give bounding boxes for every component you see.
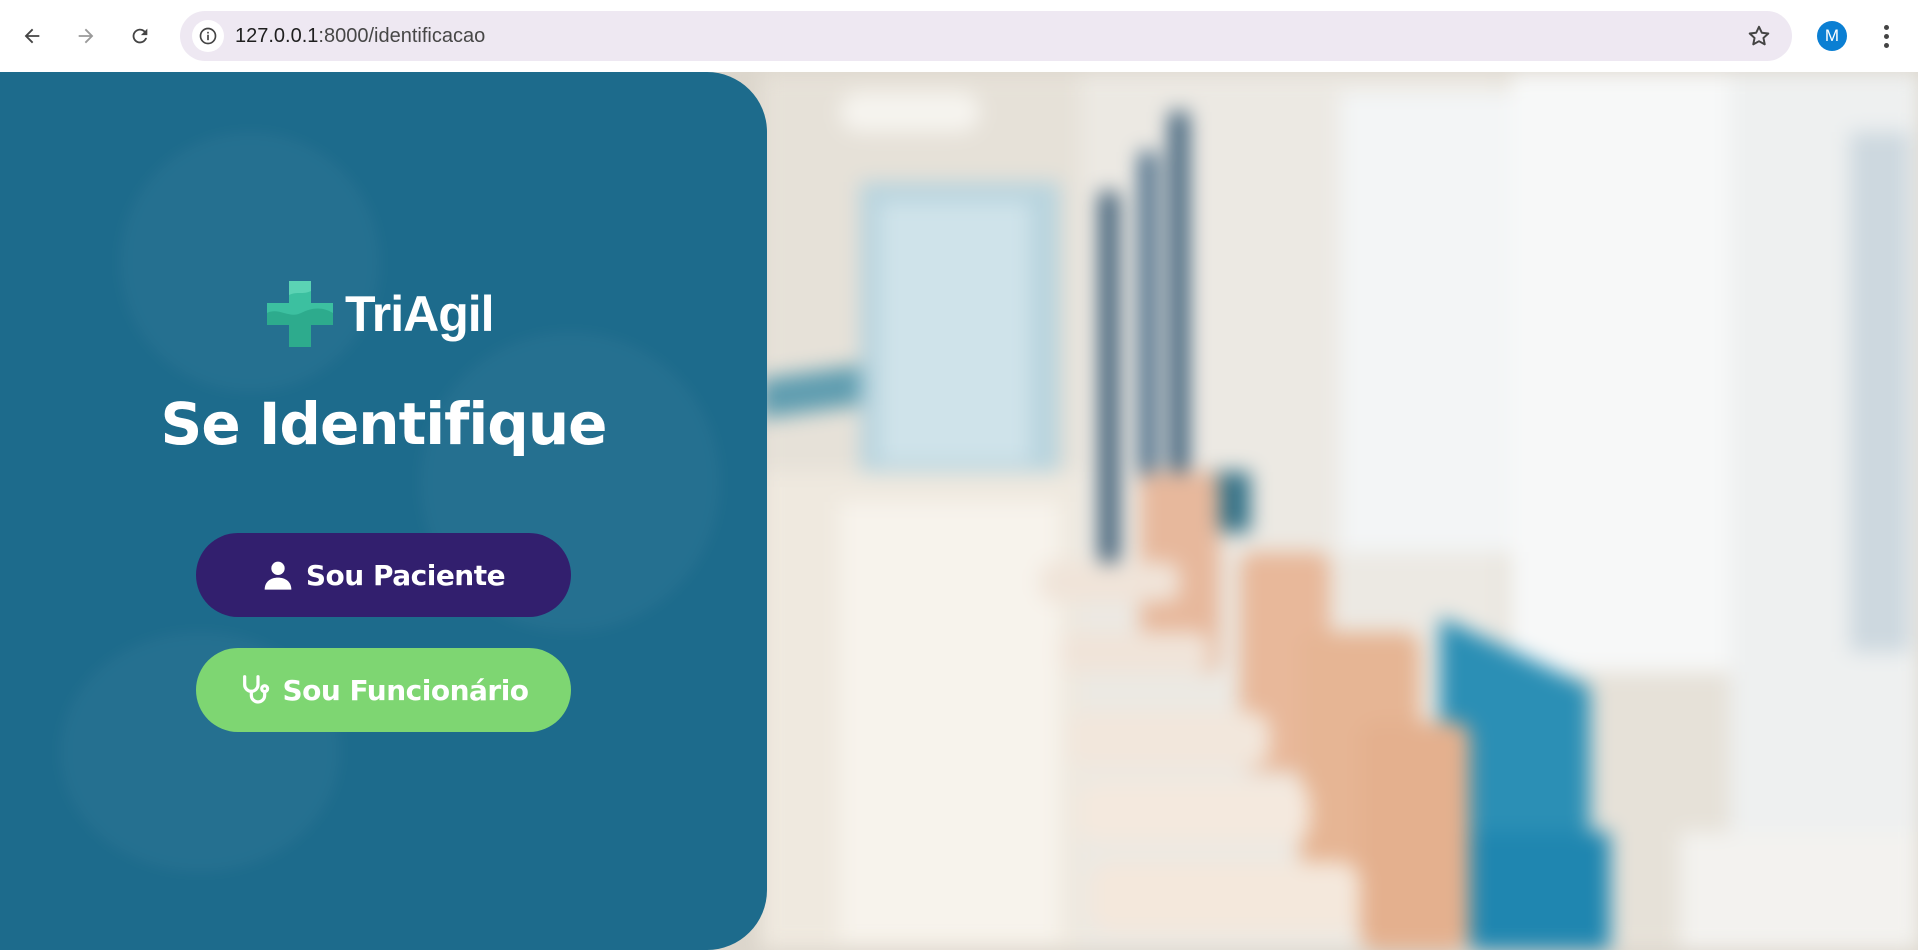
brand-name: TriAgil bbox=[345, 286, 495, 342]
url-host: 127.0.0.1 bbox=[235, 25, 319, 47]
page-viewport: TriAgil Se Identifique Sou Paciente Sou … bbox=[0, 72, 1918, 950]
url-text[interactable]: 127.0.0.1:8000/identificacao bbox=[235, 25, 485, 48]
site-info-button[interactable] bbox=[192, 20, 224, 52]
back-button[interactable] bbox=[12, 16, 52, 56]
panel-texture bbox=[120, 132, 380, 392]
sou-paciente-button[interactable]: Sou Paciente bbox=[196, 533, 571, 617]
page-title: Se Identifique bbox=[160, 390, 608, 458]
stethoscope-icon bbox=[243, 675, 270, 704]
sou-funcionario-label: Sou Funcionário bbox=[282, 673, 529, 707]
info-icon bbox=[199, 27, 217, 45]
sou-funcionario-button[interactable]: Sou Funcionário bbox=[196, 648, 571, 732]
browser-toolbar: 127.0.0.1:8000/identificacao M bbox=[0, 0, 1918, 72]
medical-cross-icon bbox=[267, 281, 333, 347]
menu-dot-icon bbox=[1883, 42, 1889, 48]
browser-menu-button[interactable] bbox=[1872, 18, 1900, 54]
bookmark-star-icon[interactable] bbox=[1746, 23, 1772, 49]
user-icon bbox=[264, 561, 292, 590]
url-path: :8000/identificacao bbox=[318, 25, 486, 47]
arrow-right-icon bbox=[78, 28, 94, 44]
address-bar[interactable]: 127.0.0.1:8000/identificacao bbox=[180, 11, 1792, 61]
identification-panel: TriAgil Se Identifique Sou Paciente Sou … bbox=[0, 72, 767, 950]
arrow-left-icon bbox=[24, 28, 40, 44]
sou-paciente-label: Sou Paciente bbox=[305, 558, 506, 592]
brand-logo[interactable]: TriAgil bbox=[265, 279, 495, 349]
profile-avatar[interactable]: M bbox=[1817, 21, 1847, 51]
reload-icon bbox=[132, 28, 148, 44]
profile-initial: M bbox=[1824, 26, 1840, 45]
menu-dot-icon bbox=[1883, 24, 1889, 30]
reload-button[interactable] bbox=[120, 16, 160, 56]
forward-button[interactable] bbox=[66, 16, 106, 56]
menu-dot-icon bbox=[1883, 33, 1889, 39]
